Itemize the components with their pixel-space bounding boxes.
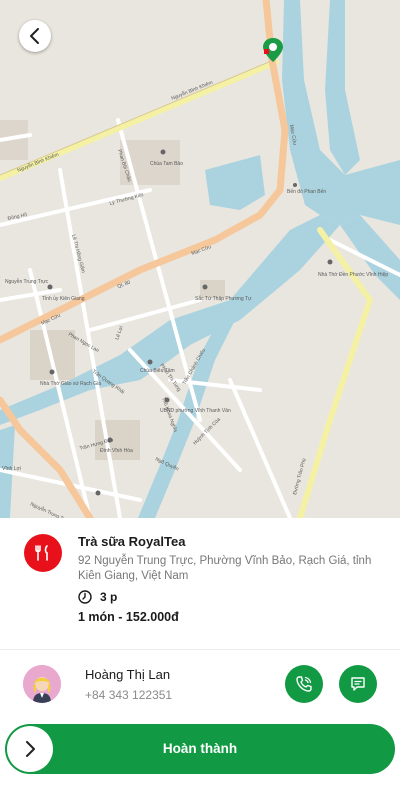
- map-canvas[interactable]: Nguyễn Bỉnh Khiêm Nguyễn Bỉnh Khiêm Mạc …: [0, 0, 400, 518]
- complete-label: Hoàn thành: [162, 741, 238, 756]
- order-summary: 1 món - 152.000đ: [78, 610, 179, 624]
- complete-slider-button[interactable]: Hoàn thành: [5, 724, 395, 774]
- chat-button[interactable]: [339, 665, 377, 703]
- eta-text: 3 p: [100, 590, 118, 604]
- map-view[interactable]: Nguyễn Bỉnh Khiêm Nguyễn Bỉnh Khiêm Mạc …: [0, 0, 400, 518]
- avatar: [23, 665, 61, 703]
- driver-phone: +84 343 122351: [85, 688, 173, 702]
- map-label: Nguyễn Trung Trực: [5, 278, 49, 285]
- driver-avatar-icon: [23, 665, 61, 703]
- clock-icon: [78, 590, 92, 604]
- map-label: Sắc Tứ Thập Phương Tự: [195, 295, 252, 302]
- phone-call-icon: [296, 676, 312, 692]
- map-label: Bến đò Phan Bến: [287, 189, 326, 195]
- map-label: Chùa Biểu Tâm: [140, 367, 175, 374]
- chevron-right-icon: [26, 741, 35, 757]
- driver-name: Hoàng Thị Lan: [85, 667, 171, 682]
- map-label: Tỉnh ủy Kiên Giang: [42, 295, 85, 302]
- map-label: Chùa Tam Bảo: [150, 161, 183, 167]
- back-button[interactable]: [19, 20, 51, 52]
- order-sheet: Trà sữa RoyalTea 92 Nguyễn Trung Trực, P…: [0, 518, 400, 800]
- eta-row: 3 p: [78, 590, 117, 604]
- destination-pin-icon: [263, 38, 283, 62]
- chat-icon: [351, 677, 365, 691]
- map-label: Vĩnh Lợi: [2, 466, 21, 472]
- map-label: UBND phường Vĩnh Thanh Vân: [160, 408, 231, 414]
- call-button[interactable]: [285, 665, 323, 703]
- divider: [0, 649, 400, 650]
- store-address: 92 Nguyễn Trung Trực, Phường Vĩnh Bảo, R…: [78, 555, 372, 582]
- store-avatar: [24, 534, 62, 572]
- map-label: Nhà Thờ Đền Phước Vĩnh Hiệp: [318, 272, 388, 278]
- slider-knob[interactable]: [7, 726, 53, 772]
- map-label: Đình Vĩnh Hòa: [100, 448, 133, 454]
- chevron-left-icon: [30, 28, 39, 44]
- fork-knife-icon: [35, 545, 48, 561]
- map-label: Nhà Thờ Giáo xứ Rạch Giá: [40, 381, 101, 387]
- store-name: Trà sữa RoyalTea: [78, 534, 186, 549]
